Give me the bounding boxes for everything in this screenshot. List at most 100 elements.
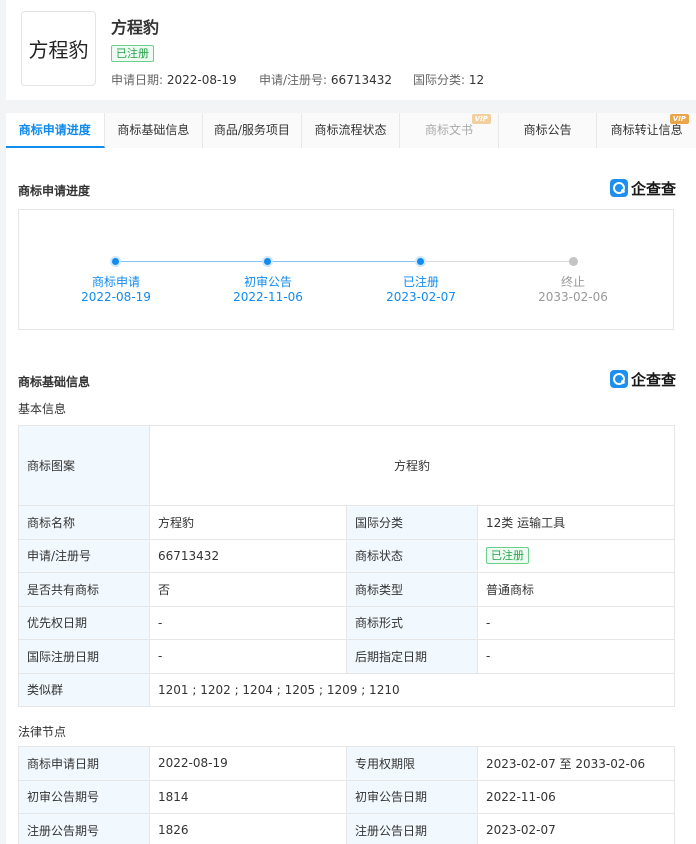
qcc-brand-text: 企查查	[630, 370, 676, 389]
tab-label: 商标公告	[523, 123, 572, 137]
table-value: 已注册	[477, 538, 675, 573]
content-panel: 商标申请进度 商标基础信息 商品/服务项目 商标流程状态 商标文书 VIP 商标公…	[6, 113, 696, 844]
tab-label: 商标基础信息	[117, 123, 190, 137]
vip-badge: VIP	[471, 114, 491, 124]
similar-groups-value: 1201 ; 1202 ; 1204 ; 1205 ; 1209 ; 1210	[149, 672, 675, 707]
tab-transfer-info[interactable]: 商标转让信息 VIP	[597, 113, 696, 148]
international-class-value: 12	[468, 73, 485, 87]
table-row: 注册公告期号 1826 注册公告日期 2023-02-07	[18, 813, 675, 844]
table-value: 方程豹	[149, 505, 347, 540]
qcc-brand-text: 企查查	[630, 179, 676, 198]
announcement-issue-link[interactable]: 1826	[149, 813, 347, 844]
tab-label: 商标转让信息	[610, 123, 683, 137]
table-row: 类似群 1201 ; 1202 ; 1204 ; 1205 ; 1209 ; 1…	[18, 672, 675, 707]
table-value: 2022-11-06	[477, 779, 675, 814]
apply-date: 申请日期: 2022-08-19	[111, 71, 237, 88]
table-value: 2023-02-07	[477, 813, 675, 844]
table-value: 否	[149, 572, 347, 607]
tab-label: 商品/服务项目	[213, 123, 290, 137]
table-key: 优先权日期	[18, 605, 150, 640]
table-row: 初审公告期号 1814 初审公告日期 2022-11-06	[18, 779, 675, 814]
trademark-title: 方程豹	[111, 18, 160, 37]
table-row: 是否共有商标 否 商标类型 普通商标	[18, 572, 675, 607]
legal-nodes-subtitle: 法律节点	[18, 725, 67, 739]
step-name: 初审公告	[243, 275, 292, 289]
step-name: 终止	[560, 275, 585, 289]
step-name: 已注册	[402, 275, 439, 289]
table-value: -	[149, 605, 347, 640]
status-badge: 已注册	[111, 45, 154, 62]
table-value: -	[149, 639, 347, 674]
announcement-issue-link[interactable]: 1814	[149, 779, 347, 814]
progress-dot	[415, 256, 426, 267]
progress-line-pending	[421, 261, 573, 262]
tab-bar: 商标申请进度 商标基础信息 商品/服务项目 商标流程状态 商标文书 VIP 商标公…	[6, 113, 696, 148]
progress-timeline: 商标申请 2022-08-19 初审公告 2022-11-06 已注册 2023…	[18, 209, 674, 330]
tab-label: 商标文书	[425, 123, 474, 137]
step-date: 2022-11-06	[233, 290, 303, 304]
progress-section-title: 商标申请进度	[18, 184, 91, 198]
progress-dot	[110, 256, 121, 267]
table-value: 普通商标	[477, 572, 675, 607]
table-key: 注册公告期号	[18, 813, 150, 844]
table-value: -	[477, 605, 675, 640]
table-value: 2023-02-07 至 2033-02-06	[477, 746, 675, 781]
table-key: 商标形式	[346, 605, 478, 640]
table-value: 66713432	[149, 538, 347, 573]
table-row: 申请/注册号 66713432 商标状态 已注册	[18, 538, 675, 573]
table-key: 国际注册日期	[18, 639, 150, 674]
tab-documents[interactable]: 商标文书 VIP	[400, 113, 499, 148]
vip-badge: VIP	[669, 114, 689, 124]
table-value: 12类 运输工具	[477, 505, 675, 540]
table-value: -	[477, 639, 675, 674]
progress-dot	[262, 256, 273, 267]
table-key: 注册公告日期	[346, 813, 478, 844]
tab-label: 商标申请进度	[18, 123, 91, 137]
table-key: 后期指定日期	[346, 639, 478, 674]
table-key: 商标图案	[18, 425, 150, 506]
table-key: 初审公告期号	[18, 779, 150, 814]
tab-goods-services[interactable]: 商品/服务项目	[203, 113, 302, 148]
qcc-logo-icon	[609, 370, 628, 388]
tab-application-progress[interactable]: 商标申请进度	[6, 113, 105, 148]
step-name: 商标申请	[91, 275, 140, 289]
apply-date-value: 2022-08-19	[166, 73, 237, 87]
table-key: 商标类型	[346, 572, 478, 607]
registration-number-label: 申请/注册号:	[259, 73, 328, 87]
legal-nodes-table: 商标申请日期 2022-08-19 专用权期限 2023-02-07 至 203…	[18, 746, 675, 844]
trademark-header: 方程豹 方程豹 已注册 申请日期: 2022-08-19 申请/注册号: 667…	[6, 0, 696, 100]
trademark-logo: 方程豹	[21, 11, 96, 86]
qcc-logo-icon	[609, 179, 628, 197]
qcc-brand[interactable]: 企查查	[609, 369, 676, 389]
tab-label: 商标流程状态	[314, 123, 387, 137]
table-key: 商标状态	[346, 538, 478, 573]
step-date: 2033-02-06	[538, 290, 608, 304]
basic-section-title: 商标基础信息	[18, 375, 91, 389]
table-key: 商标名称	[18, 505, 150, 540]
step-date: 2023-02-07	[386, 290, 456, 304]
table-row: 优先权日期 - 商标形式 -	[18, 605, 675, 640]
tab-announcements[interactable]: 商标公告	[498, 113, 598, 148]
trademark-image: 方程豹	[149, 425, 675, 506]
progress-dot-pending	[569, 257, 578, 266]
apply-date-label: 申请日期:	[111, 73, 164, 87]
table-row: 商标图案 方程豹	[18, 425, 675, 506]
tab-basic-info[interactable]: 商标基础信息	[104, 113, 204, 148]
step-date: 2022-08-19	[81, 290, 151, 304]
table-key: 商标申请日期	[18, 746, 150, 781]
table-key: 国际分类	[346, 505, 478, 540]
table-value: 2022-08-19	[149, 746, 347, 781]
table-key: 专用权期限	[346, 746, 478, 781]
registration-number-value: 66713432	[330, 73, 392, 87]
qcc-brand[interactable]: 企查查	[609, 178, 676, 198]
table-row: 国际注册日期 - 后期指定日期 -	[18, 639, 675, 674]
table-key: 是否共有商标	[18, 572, 150, 607]
table-key: 初审公告日期	[346, 779, 478, 814]
international-class: 国际分类: 12	[413, 71, 484, 88]
registration-number: 申请/注册号: 66713432	[259, 71, 392, 88]
status-badge: 已注册	[486, 547, 529, 565]
international-class-label: 国际分类:	[413, 73, 466, 87]
table-row: 商标名称 方程豹 国际分类 12类 运输工具	[18, 505, 675, 540]
tab-process-status[interactable]: 商标流程状态	[301, 113, 401, 148]
table-row: 商标申请日期 2022-08-19 专用权期限 2023-02-07 至 203…	[18, 746, 675, 781]
